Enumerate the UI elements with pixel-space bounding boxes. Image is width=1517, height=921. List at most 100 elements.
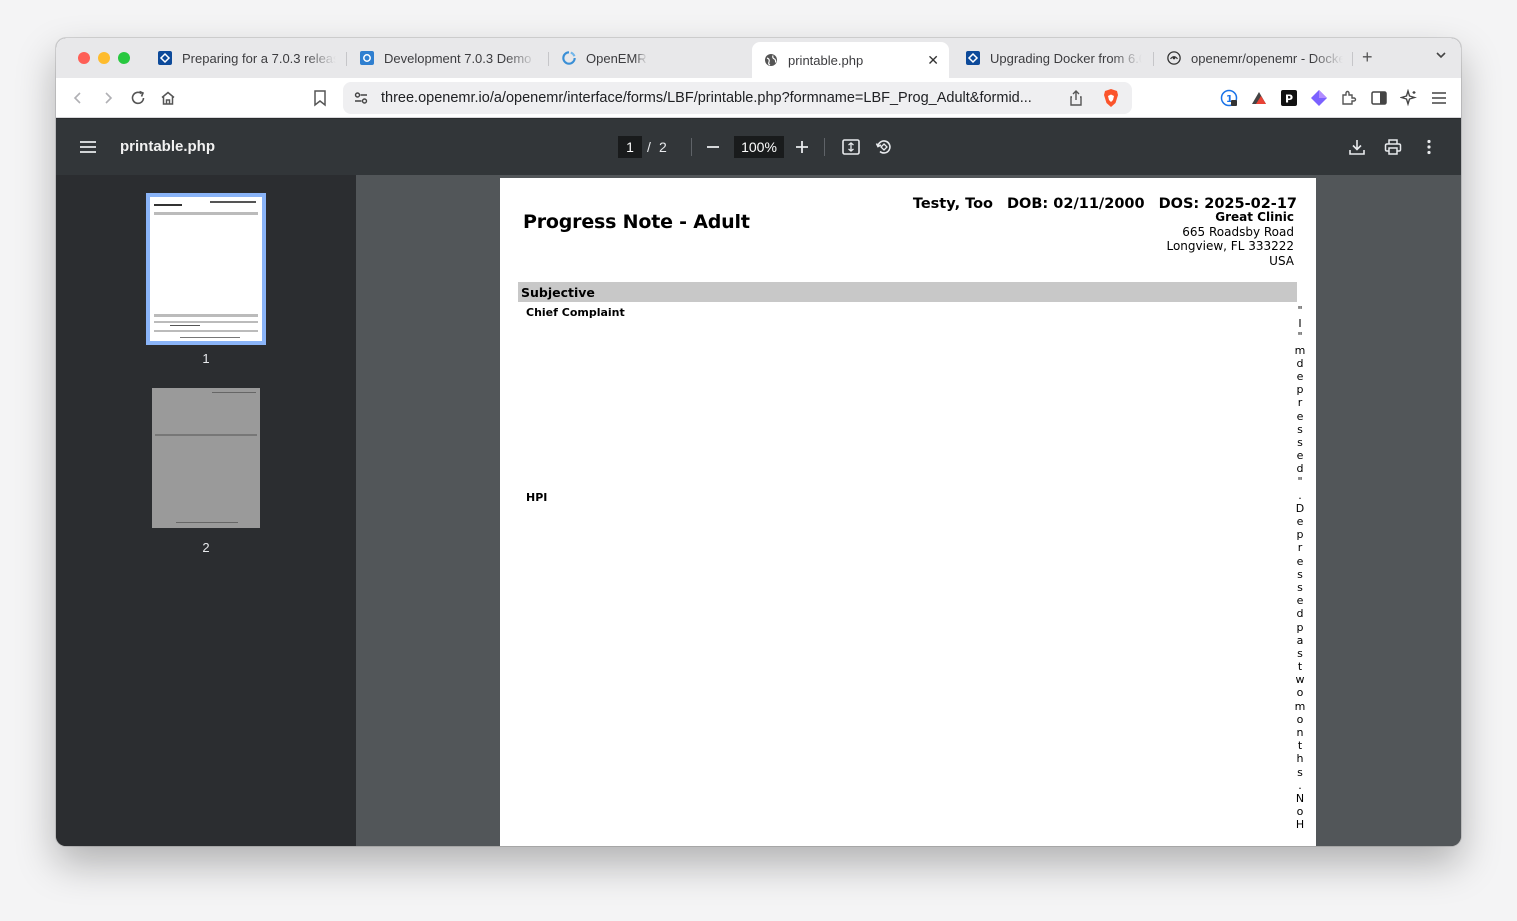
address-bar[interactable]: three.openemr.io/a/openemr/interface/for…	[343, 82, 1132, 114]
clinic-street: 665 Roadsby Road	[1182, 224, 1294, 239]
extension-diamond-icon[interactable]	[1309, 88, 1329, 108]
url-text[interactable]: three.openemr.io/a/openemr/interface/for…	[381, 90, 1032, 106]
wrapped-character: e	[1296, 515, 1304, 528]
tab-title: openemr/openemr - Docker	[1191, 50, 1343, 66]
wrapped-character: .	[1298, 778, 1302, 792]
wrapped-character: w	[1295, 673, 1305, 687]
tab-separator	[346, 52, 347, 66]
close-tab-button[interactable]: ✕	[927, 52, 939, 69]
wrapped-character: n	[1296, 726, 1304, 739]
globe-icon	[764, 53, 778, 67]
thumb-line	[154, 212, 258, 215]
wrapped-character: d	[1296, 462, 1304, 476]
extension-p-icon[interactable]: P	[1279, 88, 1299, 108]
more-options-icon[interactable]	[1419, 137, 1439, 157]
new-tab-button[interactable]: +	[1362, 47, 1373, 68]
wrapped-character: I	[1298, 317, 1302, 331]
tab-title: OpenEMR	[586, 50, 647, 66]
tab-development-demo[interactable]: Development 7.0.3 Demo -	[360, 42, 536, 74]
wrapped-character: "	[1297, 475, 1303, 489]
thumb-line	[210, 201, 256, 203]
zoom-out-minus-icon[interactable]	[703, 137, 723, 157]
pdf-menu-hamburger-icon[interactable]	[78, 137, 98, 157]
tab-bar: Preparing for a 7.0.3 release Developmen…	[56, 38, 1461, 78]
extensions-puzzle-icon[interactable]	[1339, 88, 1359, 108]
zoom-window-button[interactable]	[118, 52, 130, 64]
forward-arrow-icon[interactable]	[98, 88, 118, 108]
wrapped-character: "	[1297, 304, 1303, 317]
leo-ai-sparkle-icon[interactable]	[1399, 88, 1419, 108]
thumbnail-label: 2	[202, 540, 210, 555]
tab-title: Development 7.0.3 Demo -	[384, 50, 536, 66]
back-arrow-icon[interactable]	[68, 88, 88, 108]
clinic-country: USA	[1269, 253, 1294, 268]
zoom-in-plus-icon[interactable]	[792, 137, 812, 157]
field-label-chief-complaint: Chief Complaint	[526, 306, 625, 319]
wrapped-character: D	[1295, 501, 1305, 515]
tab-separator	[1352, 52, 1353, 66]
tab-list-chevron-down-icon[interactable]	[1434, 48, 1448, 67]
wrapped-field-value: " I " m d e p r e s s e d ". De p r e s s e d p a s t w o m o n t h s. No H	[1294, 304, 1306, 832]
extension-triangle-icon[interactable]	[1249, 88, 1269, 108]
wrapped-character: r	[1297, 541, 1303, 555]
wrapped-character: p	[1296, 383, 1304, 397]
browser-window: Preparing for a 7.0.3 release Developmen…	[56, 38, 1461, 846]
reload-icon[interactable]	[128, 88, 148, 108]
wrapped-character: d	[1296, 607, 1304, 621]
thumb-line	[154, 314, 258, 317]
page-thumbnail-1[interactable]	[146, 193, 266, 345]
share-icon[interactable]	[1066, 88, 1086, 108]
minimize-window-button[interactable]	[98, 52, 110, 64]
fit-to-page-icon[interactable]	[841, 137, 861, 157]
tab-openemr[interactable]: OpenEMR	[562, 42, 742, 74]
page-thumbnail-2[interactable]	[152, 388, 260, 528]
openemr-demo-icon	[360, 51, 374, 65]
tab-separator	[548, 52, 549, 66]
thumbnail-label: 1	[202, 351, 210, 366]
print-icon[interactable]	[1383, 137, 1403, 157]
pdf-toolbar: printable.php 1 / 2 100%	[56, 119, 1461, 175]
section-header: Subjective	[518, 282, 1297, 302]
zoom-input[interactable]: 100%	[734, 136, 784, 158]
tab-docker-hub[interactable]: openemr/openemr - Docker	[1167, 42, 1343, 74]
wrapped-character: s	[1297, 435, 1303, 449]
openemr-forum-icon	[966, 51, 980, 65]
wrapped-character: e	[1296, 409, 1304, 423]
thumbnail-sidebar: 1 2	[56, 175, 356, 846]
tab-upgrading-docker[interactable]: Upgrading Docker from 6.0	[966, 42, 1142, 74]
patient-name: Testy, Too	[912, 196, 994, 212]
page-number-input[interactable]: 1	[618, 136, 642, 158]
bookmark-icon[interactable]	[310, 88, 330, 108]
tab-preparing-release[interactable]: Preparing for a 7.0.3 release	[158, 42, 336, 74]
openemr-forum-icon	[158, 51, 172, 65]
wrapped-character: r	[1297, 396, 1303, 410]
thumb-line	[154, 330, 258, 332]
close-window-button[interactable]	[78, 52, 90, 64]
wrapped-character: s	[1297, 580, 1303, 594]
wrapped-character: "	[1297, 330, 1303, 344]
tab-printable-php[interactable]: printable.php ✕	[752, 42, 949, 78]
menu-hamburger-icon[interactable]	[1429, 88, 1449, 108]
wrapped-character: s	[1297, 646, 1303, 660]
home-icon[interactable]	[158, 88, 178, 108]
document-title: Progress Note - Adult	[523, 211, 750, 233]
sidebar-toggle-icon[interactable]	[1369, 88, 1389, 108]
wrapped-character: t	[1297, 660, 1303, 674]
brave-shields-icon[interactable]	[1101, 88, 1121, 108]
wrapped-character: p	[1296, 528, 1304, 542]
toolbar-divider	[824, 138, 825, 156]
pdf-viewer[interactable]: Progress Note - Adult Testy, Too DOB: 02/…	[356, 175, 1461, 846]
patient-dob: DOB: 02/11/2000	[1007, 196, 1145, 212]
password-manager-icon[interactable]: 1	[1219, 88, 1239, 108]
wrapped-character: o	[1296, 712, 1304, 726]
site-settings-icon[interactable]	[351, 88, 371, 108]
clinic-name: Great Clinic	[1215, 210, 1294, 224]
wrapped-character: N	[1295, 791, 1305, 805]
rotate-counterclockwise-icon[interactable]	[874, 137, 894, 157]
thumb-line	[180, 337, 240, 338]
wrapped-character: o	[1296, 686, 1304, 700]
wrapped-character: e	[1296, 369, 1304, 383]
download-icon[interactable]	[1347, 137, 1367, 157]
wrapped-character: e	[1296, 594, 1304, 608]
page-separator: /	[647, 139, 651, 155]
